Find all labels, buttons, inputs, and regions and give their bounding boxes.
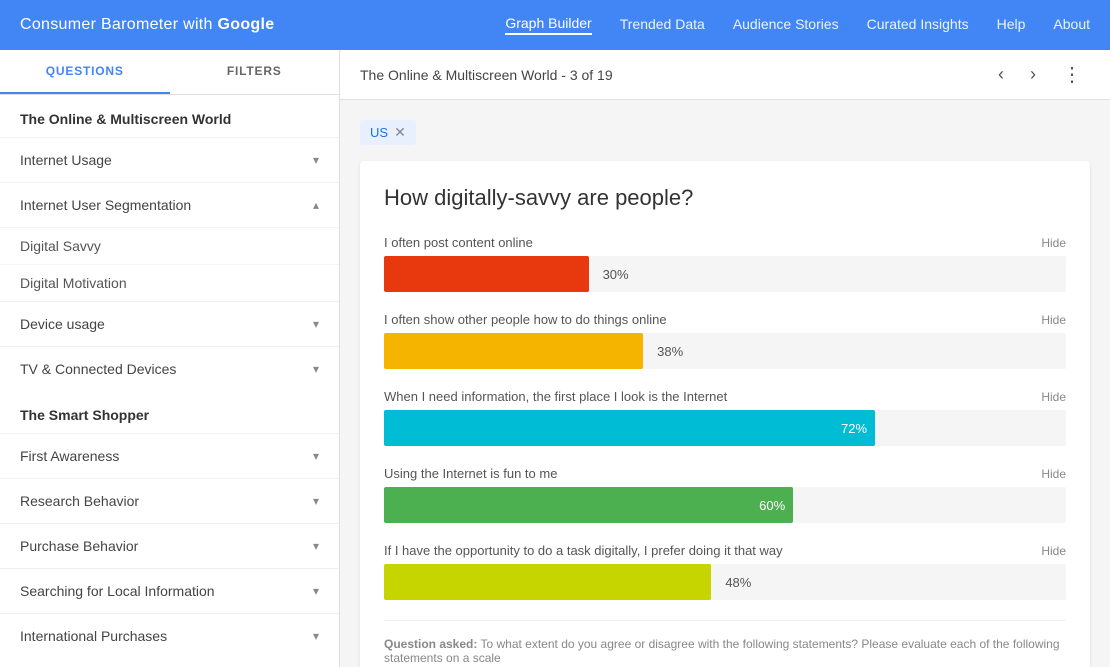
- sidebar-item-tv-connected[interactable]: TV & Connected Devices ▾: [0, 346, 339, 391]
- content-page-title: The Online & Multiscreen World - 3 of 19: [360, 67, 990, 83]
- sidebar-sub-digital-savvy[interactable]: Digital Savvy: [0, 227, 339, 264]
- sidebar-item-internet-usage[interactable]: Internet Usage ▾: [0, 137, 339, 182]
- sidebar-sub-digital-motivation[interactable]: Digital Motivation: [0, 264, 339, 301]
- chevron-down-icon: ▾: [313, 494, 319, 508]
- nav-curated-insights[interactable]: Curated Insights: [867, 16, 969, 34]
- tab-questions[interactable]: QUESTIONS: [0, 50, 170, 94]
- chart-card: How digitally-savvy are people? I often …: [360, 161, 1090, 667]
- bar: 30%: [384, 256, 589, 292]
- bar-container: 38%: [384, 333, 1066, 369]
- bar: 38%: [384, 333, 643, 369]
- sidebar-item-device-usage[interactable]: Device usage ▾: [0, 301, 339, 346]
- chevron-up-icon: ▴: [313, 198, 319, 212]
- chart-bar-label: I often show other people how to do thin…: [384, 312, 667, 327]
- nav-graph-builder[interactable]: Graph Builder: [505, 15, 591, 35]
- chart-row: I often show other people how to do thin…: [384, 312, 1066, 369]
- remove-filter-icon[interactable]: ✕: [394, 124, 406, 141]
- bar-value-inside: 72%: [841, 421, 867, 436]
- chart-row: When I need information, the first place…: [384, 389, 1066, 446]
- footer-label: Question asked:: [384, 637, 477, 651]
- chevron-down-icon: ▾: [313, 317, 319, 331]
- chevron-down-icon: ▾: [313, 449, 319, 463]
- bar-value-inside: 60%: [759, 498, 785, 513]
- bar-container: 72%: [384, 410, 1066, 446]
- filter-tag-us: US ✕: [360, 120, 416, 145]
- content-navigation: ‹ › ⋮: [990, 58, 1090, 91]
- content-header: The Online & Multiscreen World - 3 of 19…: [340, 50, 1110, 100]
- bar-value-outside: 30%: [603, 267, 629, 282]
- bar: 72%: [384, 410, 875, 446]
- chart-row-header: When I need information, the first place…: [384, 389, 1066, 404]
- hide-button[interactable]: Hide: [1041, 544, 1066, 558]
- content-area: The Online & Multiscreen World - 3 of 19…: [340, 50, 1110, 667]
- sidebar-item-international-purchases[interactable]: International Purchases ▾: [0, 613, 339, 658]
- chart-row-header: I often show other people how to do thin…: [384, 312, 1066, 327]
- sidebar-item-purchase-behavior[interactable]: Purchase Behavior ▾: [0, 523, 339, 568]
- chart-row: Using the Internet is fun to me Hide 60%: [384, 466, 1066, 523]
- chart-title: How digitally-savvy are people?: [384, 185, 1066, 211]
- hide-button[interactable]: Hide: [1041, 390, 1066, 404]
- chart-row-header: Using the Internet is fun to me Hide: [384, 466, 1066, 481]
- hide-button[interactable]: Hide: [1041, 313, 1066, 327]
- section-smart-viewer-title: The Smart Viewer: [0, 658, 339, 667]
- nav-audience-stories[interactable]: Audience Stories: [733, 16, 839, 34]
- content-scroll: US ✕ How digitally-savvy are people? I o…: [340, 100, 1110, 667]
- next-button[interactable]: ›: [1022, 60, 1044, 89]
- main-nav: Graph Builder Trended Data Audience Stor…: [505, 15, 1090, 35]
- sidebar-item-internet-user-segmentation[interactable]: Internet User Segmentation ▴: [0, 182, 339, 227]
- filter-area: US ✕: [360, 120, 1090, 145]
- hide-button[interactable]: Hide: [1041, 236, 1066, 250]
- section-online-multiscreen-title: The Online & Multiscreen World: [0, 95, 339, 137]
- chart-bar-label: If I have the opportunity to do a task d…: [384, 543, 783, 558]
- chart-row: If I have the opportunity to do a task d…: [384, 543, 1066, 600]
- nav-about[interactable]: About: [1053, 16, 1090, 34]
- header: Consumer Barometer with Google Graph Bui…: [0, 0, 1110, 50]
- tab-filters[interactable]: FILTERS: [170, 50, 340, 94]
- bar-value-outside: 38%: [657, 344, 683, 359]
- chevron-down-icon: ▾: [313, 539, 319, 553]
- chevron-down-icon: ▾: [313, 629, 319, 643]
- chart-bar-label: I often post content online: [384, 235, 533, 250]
- app-logo: Consumer Barometer with Google: [20, 16, 274, 34]
- bar: 48%: [384, 564, 711, 600]
- footer-text: To what extent do you agree or disagree …: [384, 637, 1060, 665]
- sidebar-item-research-behavior[interactable]: Research Behavior ▾: [0, 478, 339, 523]
- bar-container: 48%: [384, 564, 1066, 600]
- prev-button[interactable]: ‹: [990, 60, 1012, 89]
- hide-button[interactable]: Hide: [1041, 467, 1066, 481]
- chart-row: I often post content online Hide 30%: [384, 235, 1066, 292]
- sidebar: QUESTIONS FILTERS The Online & Multiscre…: [0, 50, 340, 667]
- bar-container: 60%: [384, 487, 1066, 523]
- sidebar-item-first-awareness[interactable]: First Awareness ▾: [0, 433, 339, 478]
- bars-container: I often post content onlineHide30%I ofte…: [384, 235, 1066, 600]
- bar-value-outside: 48%: [725, 575, 751, 590]
- chevron-down-icon: ▾: [313, 584, 319, 598]
- chevron-down-icon: ▾: [313, 153, 319, 167]
- more-options-button[interactable]: ⋮: [1054, 58, 1090, 91]
- main-container: QUESTIONS FILTERS The Online & Multiscre…: [0, 50, 1110, 667]
- bar-container: 30%: [384, 256, 1066, 292]
- chart-bar-label: Using the Internet is fun to me: [384, 466, 557, 481]
- nav-trended-data[interactable]: Trended Data: [620, 16, 705, 34]
- chevron-down-icon: ▾: [313, 362, 319, 376]
- section-smart-shopper-title: The Smart Shopper: [0, 391, 339, 433]
- chart-bar-label: When I need information, the first place…: [384, 389, 727, 404]
- chart-footer: Question asked: To what extent do you ag…: [384, 620, 1066, 665]
- sidebar-item-searching-local[interactable]: Searching for Local Information ▾: [0, 568, 339, 613]
- bar: 60%: [384, 487, 793, 523]
- chart-row-header: If I have the opportunity to do a task d…: [384, 543, 1066, 558]
- sidebar-tabs: QUESTIONS FILTERS: [0, 50, 339, 95]
- chart-row-header: I often post content online Hide: [384, 235, 1066, 250]
- nav-help[interactable]: Help: [997, 16, 1026, 34]
